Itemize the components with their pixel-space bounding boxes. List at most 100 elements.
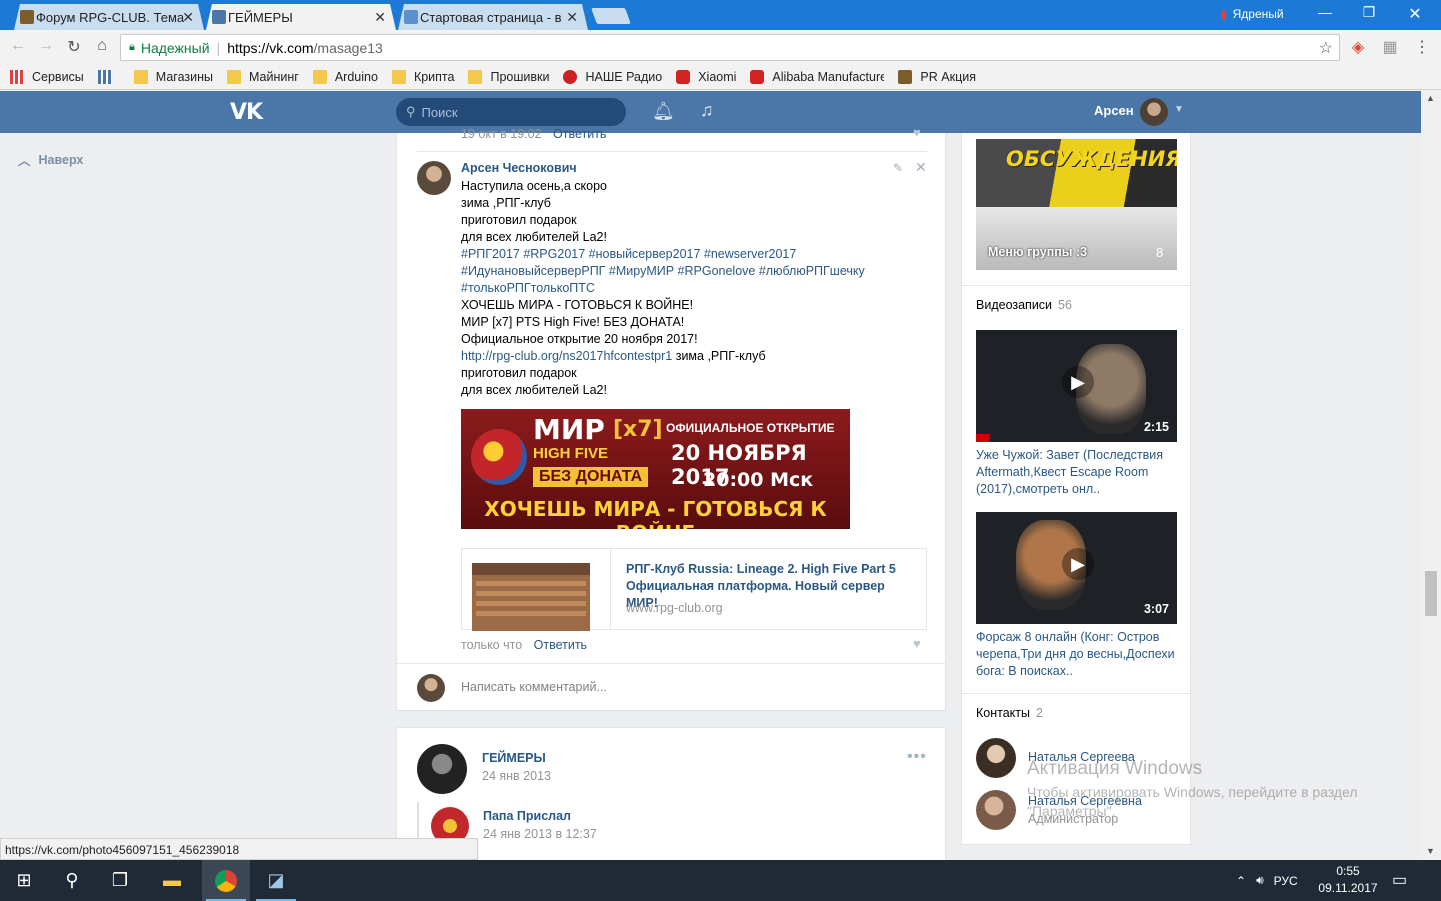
comment-input[interactable]: Написать комментарий... xyxy=(461,680,607,694)
reply-link[interactable]: Ответить xyxy=(553,127,606,141)
reload-button[interactable]: ↻ xyxy=(64,37,84,57)
close-icon[interactable]: ✕ xyxy=(915,159,927,176)
play-icon: ▶ xyxy=(1062,366,1094,398)
close-tab-icon[interactable]: ✕ xyxy=(566,9,578,26)
bell-icon[interactable]: 🔔︎ xyxy=(652,101,675,122)
tab-gamers[interactable]: ГЕЙМЕРЫ ✕ xyxy=(206,4,396,30)
close-tab-icon[interactable]: ✕ xyxy=(374,9,386,26)
url-path: /masage13 xyxy=(313,39,383,56)
video-title[interactable]: Уже Чужой: Завет (Последствия Aftermath,… xyxy=(976,447,1181,498)
video-title[interactable]: Форсаж 8 онлайн (Конг: Остров черепа,Три… xyxy=(976,629,1181,680)
contacts-header[interactable]: Контакты 2 xyxy=(976,706,1043,720)
new-tab-button[interactable] xyxy=(591,8,631,24)
bookmark-folder-arduino[interactable]: Arduino xyxy=(312,69,378,84)
search-input[interactable]: ⚲ Поиск xyxy=(396,98,626,126)
avatar[interactable] xyxy=(976,790,1016,830)
up-label: Наверх xyxy=(38,152,84,167)
chrome-icon[interactable] xyxy=(202,860,250,901)
post-date[interactable]: 24 янв 2013 xyxy=(482,769,551,783)
address-bar[interactable]: 🔒︎ Надежный | https://vk.com /masage13 ☆ xyxy=(120,34,1340,61)
avatar[interactable] xyxy=(417,161,451,195)
language-indicator[interactable]: РУС xyxy=(1274,874,1298,888)
more-icon[interactable]: ••• xyxy=(907,748,927,766)
video-duration: 2:15 xyxy=(1143,420,1169,434)
bookmark-folder-firmware[interactable]: Прошивки xyxy=(468,69,549,84)
video-thumbnail[interactable]: ▶ 3:07 xyxy=(976,512,1177,624)
like-heart-icon[interactable]: ♥ xyxy=(913,636,921,651)
close-window-button[interactable]: ✕ xyxy=(1400,4,1430,24)
clock[interactable]: 0:55 09.11.2017 xyxy=(1316,863,1380,897)
avatar[interactable] xyxy=(417,744,467,794)
search-icon[interactable]: ⚲ xyxy=(48,860,96,901)
avatar[interactable] xyxy=(1140,98,1168,126)
bookmark-label: Майнинг xyxy=(249,69,299,84)
avatar[interactable] xyxy=(976,738,1016,778)
forward-button[interactable]: → xyxy=(36,37,56,55)
alibaba-icon xyxy=(750,69,765,84)
profile-icon: ▮ xyxy=(1220,7,1227,21)
hashtag-line[interactable]: #толькоРПГтолькоПТС xyxy=(461,280,931,297)
scrollbar[interactable]: ▲ ▼ xyxy=(1421,91,1441,860)
extension-icon[interactable]: ▦ xyxy=(1380,37,1400,57)
profile-button[interactable]: ▮ Ядреный xyxy=(1220,7,1284,21)
bookmark-xiaomi[interactable]: Xiaomi xyxy=(676,69,736,84)
file-explorer-icon[interactable]: ▬ xyxy=(148,860,196,901)
divider xyxy=(962,693,1190,694)
repost-bar xyxy=(417,802,419,842)
user-name[interactable]: Арсен xyxy=(1094,103,1134,118)
chevron-down-icon[interactable]: ▼ xyxy=(1174,104,1184,115)
close-tab-icon[interactable]: ✕ xyxy=(182,9,194,26)
bookmark-nashe-radio[interactable]: НАШЕ Радио xyxy=(563,69,662,84)
back-button[interactable]: ← xyxy=(8,37,28,55)
comment-link[interactable]: http://rpg-club.org/ns2017hfcontestpr1 xyxy=(461,349,672,363)
thumbnail-row xyxy=(476,601,586,606)
video-thumbnail[interactable]: ▶ 2:15 xyxy=(976,330,1177,442)
bookmark-star-icon[interactable]: ☆ xyxy=(1319,38,1333,58)
bookmark-folder-shops[interactable]: Магазины xyxy=(133,69,213,84)
post-author[interactable]: ГЕЙМЕРЫ xyxy=(482,751,546,765)
repost-author[interactable]: Папа Прислал xyxy=(483,809,571,823)
apps-icon xyxy=(10,69,24,84)
bookmark-pr-action[interactable]: PR Акция xyxy=(898,69,976,84)
volume-icon[interactable]: 🔊︎ xyxy=(1256,873,1264,888)
scroll-up-button[interactable]: ︿ Наверх xyxy=(18,150,83,169)
link-url[interactable]: www.rpg-club.org xyxy=(626,601,723,615)
music-icon[interactable]: ♫ xyxy=(700,100,714,121)
bookmark-services[interactable]: Сервисы xyxy=(10,69,84,84)
minimize-button[interactable]: — xyxy=(1310,4,1340,20)
brave-extension-icon[interactable]: ◈ xyxy=(1348,37,1368,57)
link-preview-card[interactable]: РПГ-Клуб Russia: Lineage 2. High Five Pa… xyxy=(461,548,927,631)
avatar xyxy=(417,674,445,702)
scroll-down-arrow-icon[interactable]: ▼ xyxy=(1426,846,1435,856)
notification-icon[interactable]: ▭ xyxy=(1392,870,1407,890)
bookmark-apps-grid[interactable] xyxy=(97,69,120,84)
hashtag-line[interactable]: #РПГ2017 #RPG2017 #новыйсервер2017 #news… xyxy=(461,246,931,263)
scrollbar-thumb[interactable] xyxy=(1425,571,1437,616)
chevron-up-icon[interactable]: ⌃ xyxy=(1236,874,1246,888)
windows-start-icon[interactable]: ⊞ xyxy=(0,860,48,901)
hashtag-line[interactable]: #ИдунановыйсерверРПГ #МируМИР #RPGonelov… xyxy=(461,263,931,280)
menu-icon[interactable]: ⋮ xyxy=(1412,37,1432,57)
vk-logo-icon[interactable]: VK xyxy=(230,100,263,125)
bookmark-alibaba[interactable]: Alibaba Manufacturer xyxy=(750,69,884,84)
text-line: ХОЧЕШЬ МИРА - ГОТОВЬСЯ К ВОЙНЕ! xyxy=(461,298,694,312)
tab-rpg-forum[interactable]: Форум RPG-CLUB. Тема ✕ xyxy=(14,4,204,30)
folder-icon xyxy=(391,69,406,84)
bookmark-folder-mining[interactable]: Майнинг xyxy=(227,69,299,84)
bookmark-folder-crypto[interactable]: Крипта xyxy=(391,69,454,84)
like-heart-icon[interactable]: ♥ xyxy=(913,125,921,140)
discussions-block[interactable]: ОБСУЖДЕНИЯ Меню группы :3 8 xyxy=(976,139,1177,270)
task-view-icon[interactable]: ❐ xyxy=(96,860,144,901)
pencil-icon[interactable]: ✎ xyxy=(893,161,903,175)
videos-header[interactable]: Видеозаписи 56 xyxy=(976,298,1072,312)
repost-date[interactable]: 24 янв 2013 в 12:37 xyxy=(483,827,597,841)
app-icon[interactable]: ◪ xyxy=(252,860,300,901)
tab-start-page[interactable]: Стартовая страница - в ✕ xyxy=(398,4,588,30)
reply-link[interactable]: Ответить xyxy=(534,638,587,652)
scroll-up-arrow-icon[interactable]: ▲ xyxy=(1426,93,1435,103)
restore-button[interactable]: ❐ xyxy=(1354,4,1384,21)
home-button[interactable]: ⌂ xyxy=(92,37,112,55)
folder-icon xyxy=(312,69,327,84)
promo-banner-image[interactable]: МИР [x7] HIGH FIVE БЕЗ ДОНАТА ОФИЦИАЛЬНО… xyxy=(461,409,850,529)
comment-author[interactable]: Арсен Чеснокович xyxy=(461,161,577,175)
